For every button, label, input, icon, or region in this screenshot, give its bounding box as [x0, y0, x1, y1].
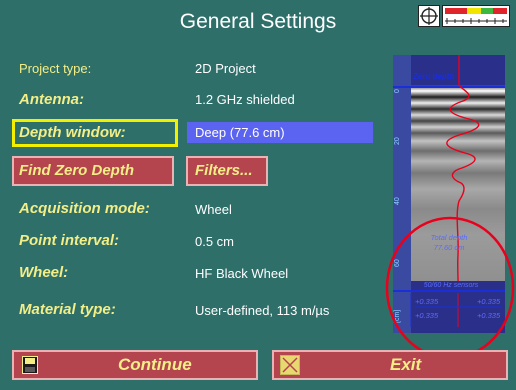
continue-button-label: Continue — [118, 355, 192, 374]
depth-window-select[interactable]: Deep (77.6 cm) — [187, 122, 373, 143]
save-disk-icon — [22, 356, 38, 374]
annotation-ellipse — [385, 216, 515, 360]
depth-tick-40: 40 — [394, 197, 401, 205]
point-interval-value[interactable]: 0.5 cm — [195, 234, 234, 249]
crosshair-icon[interactable] — [418, 5, 440, 27]
wheel-label: Wheel: — [19, 264, 69, 281]
antenna-label: Antenna: — [19, 91, 84, 108]
depth-window-label: Depth window: — [19, 124, 126, 141]
project-type-value[interactable]: 2D Project — [195, 61, 256, 76]
filters-button[interactable]: Filters... — [186, 156, 268, 186]
level-meter-icon — [442, 5, 510, 27]
close-x-icon — [280, 355, 300, 375]
zero-depth-label: Zero depth — [412, 72, 454, 81]
acquisition-mode-label: Acquisition mode: — [19, 200, 150, 217]
project-type-label: Project type: — [19, 61, 92, 76]
exit-button[interactable]: Exit — [272, 350, 508, 380]
antenna-value[interactable]: 1.2 GHz shielded — [195, 92, 295, 107]
exit-button-label: Exit — [390, 355, 422, 374]
acquisition-mode-value[interactable]: Wheel — [195, 202, 232, 217]
continue-button[interactable]: Continue — [12, 350, 258, 380]
wheel-value[interactable]: HF Black Wheel — [195, 266, 288, 281]
point-interval-label: Point interval: — [19, 232, 120, 249]
material-type-value[interactable]: User-defined, 113 m/µs — [195, 303, 329, 318]
depth-tick-0: 0 — [394, 89, 401, 93]
material-type-label: Material type: — [19, 301, 116, 318]
depth-tick-20: 20 — [394, 137, 401, 145]
find-zero-depth-button[interactable]: Find Zero Depth — [12, 156, 174, 186]
